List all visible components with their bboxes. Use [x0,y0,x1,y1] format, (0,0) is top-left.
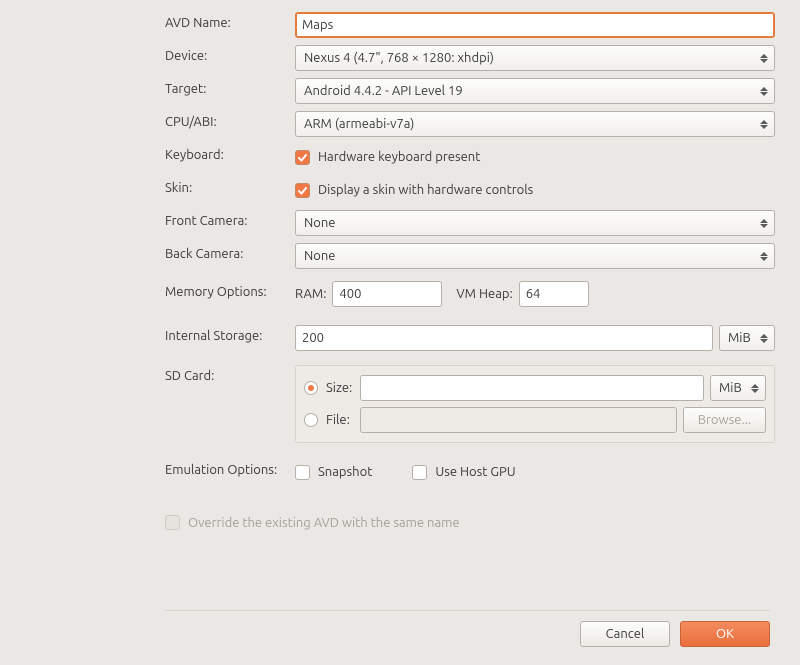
sd-file-label: File: [326,413,360,427]
ram-label: RAM: [295,287,326,301]
front-camera-combo[interactable]: None [295,210,775,236]
spinner-icon [757,326,771,350]
use-host-gpu-check-label: Use Host GPU [435,465,515,479]
sd-size-label: Size: [326,381,360,395]
internal-storage-input[interactable] [295,325,713,351]
label-cpu-abi: CPU/ABI: [165,111,295,129]
row-back-camera: Back Camera: None [165,243,775,269]
label-internal-storage: Internal Storage: [165,325,295,343]
avd-name-input[interactable] [295,12,775,38]
sd-size-unit-value: MiB [719,381,742,395]
row-avd-name: AVD Name: [165,12,775,38]
device-combo-value: Nexus 4 (4.7", 768 × 1280: xhdpi) [304,51,494,65]
sd-file-input [360,407,677,433]
row-front-camera: Front Camera: None [165,210,775,236]
keyboard-check-label: Hardware keyboard present [318,150,480,164]
sd-card-panel: Size: MiB File: Browse... [295,365,775,443]
label-memory-options: Memory Options: [165,281,295,299]
row-cpu-abi: CPU/ABI: ARM (armeabi-v7a) [165,111,775,137]
sd-file-radio[interactable] [304,413,318,427]
keyboard-checkbox[interactable] [295,150,310,165]
cpu-abi-combo-value: ARM (armeabi-v7a) [304,117,414,131]
override-checkbox [165,515,180,530]
skin-checkbox[interactable] [295,183,310,198]
sd-size-unit[interactable]: MiB [710,375,766,401]
check-icon [297,185,308,196]
ram-input[interactable] [332,281,442,307]
label-keyboard: Keyboard: [165,144,295,162]
row-internal-storage: Internal Storage: MiB [165,325,775,351]
internal-storage-unit-value: MiB [728,331,751,345]
front-camera-combo-value: None [304,216,336,230]
spinner-icon [757,244,771,268]
label-device: Device: [165,45,295,63]
vmheap-input[interactable] [519,281,589,307]
label-emulation-options: Emulation Options: [165,459,295,477]
spinner-icon [748,376,762,400]
target-combo[interactable]: Android 4.4.2 - API Level 19 [295,78,775,104]
cancel-button[interactable]: Cancel [580,621,670,647]
sd-size-input[interactable] [360,375,704,401]
footer: Cancel OK [165,621,770,647]
ok-button[interactable]: OK [680,621,770,647]
snapshot-check-label: Snapshot [318,465,372,479]
row-keyboard: Keyboard: Hardware keyboard present [165,144,775,170]
vmheap-label: VM Heap: [456,287,512,301]
label-target: Target: [165,78,295,96]
override-check-label: Override the existing AVD with the same … [188,516,460,530]
row-device: Device: Nexus 4 (4.7", 768 × 1280: xhdpi… [165,45,775,71]
row-emulation-options: Emulation Options: Snapshot Use Host GPU [165,459,775,485]
back-camera-combo[interactable]: None [295,243,775,269]
spinner-icon [757,211,771,235]
check-icon [297,152,308,163]
row-target: Target: Android 4.4.2 - API Level 19 [165,78,775,104]
footer-separator [165,610,770,611]
row-override: Override the existing AVD with the same … [165,515,460,530]
label-back-camera: Back Camera: [165,243,295,261]
target-combo-value: Android 4.4.2 - API Level 19 [304,84,463,98]
cpu-abi-combo[interactable]: ARM (armeabi-v7a) [295,111,775,137]
avd-form: AVD Name: Device: Nexus 4 (4.7", 768 × 1… [165,12,775,492]
sd-size-radio[interactable] [304,381,318,395]
label-skin: Skin: [165,177,295,195]
skin-check-label: Display a skin with hardware controls [318,183,533,197]
label-avd-name: AVD Name: [165,12,295,30]
row-sd-card: SD Card: Size: MiB File: Browse... [165,365,775,443]
label-front-camera: Front Camera: [165,210,295,228]
internal-storage-unit[interactable]: MiB [719,325,775,351]
label-sd-card: SD Card: [165,365,295,383]
browse-button: Browse... [683,407,766,433]
back-camera-combo-value: None [304,249,336,263]
device-combo[interactable]: Nexus 4 (4.7", 768 × 1280: xhdpi) [295,45,775,71]
spinner-icon [757,112,771,136]
use-host-gpu-checkbox[interactable] [412,465,427,480]
spinner-icon [757,46,771,70]
row-skin: Skin: Display a skin with hardware contr… [165,177,775,203]
snapshot-checkbox[interactable] [295,465,310,480]
row-memory-options: Memory Options: RAM: VM Heap: [165,281,775,307]
spinner-icon [757,79,771,103]
